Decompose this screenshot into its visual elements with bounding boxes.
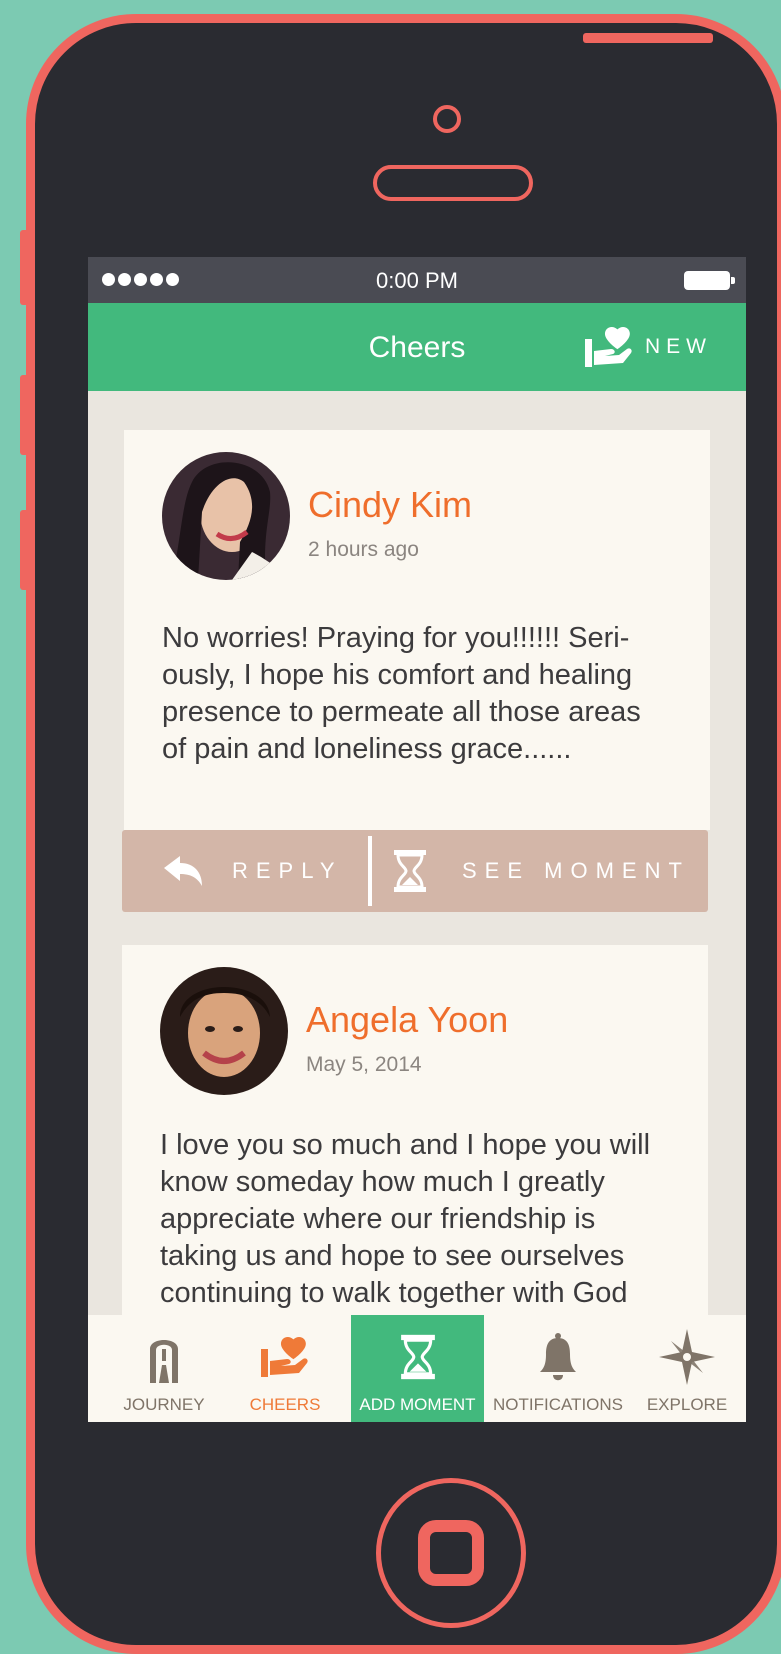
post-timestamp: May 5, 2014 <box>306 1053 422 1076</box>
tab-label: NOTIFICATIONS <box>492 1395 623 1414</box>
tab-add-moment[interactable]: ADD MOMENT <box>351 1315 484 1422</box>
new-label: NEW <box>645 335 712 358</box>
mute-switch <box>20 230 34 305</box>
home-button[interactable] <box>376 1478 526 1628</box>
heart-hand-icon <box>585 326 632 367</box>
post-message: No worries! Praying for you!!!!!! Seri-o… <box>162 622 641 765</box>
reply-button[interactable]: REPLY <box>162 830 343 912</box>
post-message: I love you so much and I hope you will k… <box>160 1129 651 1309</box>
hourglass-icon <box>394 850 426 892</box>
tab-bar: JOURNEY CHEERS ADD MOMENT NOTIFICATIONS … <box>88 1315 746 1422</box>
reply-label: REPLY <box>232 858 343 883</box>
avatar <box>162 452 290 580</box>
see-moment-button[interactable]: SEE MOMENT <box>392 830 690 912</box>
post-author[interactable]: Cindy Kim <box>308 484 472 526</box>
heart-hand-icon <box>261 1336 308 1377</box>
tab-label: JOURNEY <box>123 1395 205 1414</box>
earpiece-speaker <box>373 165 533 201</box>
see-moment-label: SEE MOMENT <box>462 858 690 883</box>
volume-up-button <box>20 375 34 455</box>
power-button <box>583 33 713 43</box>
bell-icon <box>540 1333 576 1381</box>
tab-label: CHEERS <box>249 1395 321 1414</box>
avatar <box>160 967 288 1095</box>
post-timestamp: 2 hours ago <box>308 538 419 561</box>
front-camera <box>433 105 461 133</box>
post-actions: REPLY SEE MOMENT <box>122 830 708 912</box>
reply-arrow-icon <box>164 856 202 886</box>
nav-bar: Cheers NEW <box>88 303 746 391</box>
cheer-card: Cindy Kim 2 hours ago No worries! Prayin… <box>124 430 710 830</box>
tab-label: ADD MOMENT <box>359 1395 476 1414</box>
volume-down-button <box>20 510 34 590</box>
post-author[interactable]: Angela Yoon <box>306 999 508 1041</box>
status-bar: 0:00 PM <box>88 257 746 303</box>
tab-explore[interactable]: EXPLORE <box>628 1315 746 1422</box>
battery-icon <box>684 271 735 290</box>
tab-notifications[interactable]: NOTIFICATIONS <box>488 1315 628 1422</box>
app-screen: 0:00 PM Cheers NEW Cindy Kim 2 hours ago <box>88 257 746 1422</box>
hourglass-icon <box>400 1334 435 1380</box>
action-divider <box>368 836 372 906</box>
compass-star-icon <box>659 1329 715 1385</box>
tab-label: EXPLORE <box>646 1395 728 1414</box>
status-time: 0:00 PM <box>376 268 458 293</box>
tab-journey[interactable]: JOURNEY <box>102 1315 226 1422</box>
lighthouse-icon <box>150 1340 178 1383</box>
tab-cheers[interactable]: CHEERS <box>224 1315 346 1422</box>
new-cheer-button[interactable]: NEW <box>583 325 712 369</box>
